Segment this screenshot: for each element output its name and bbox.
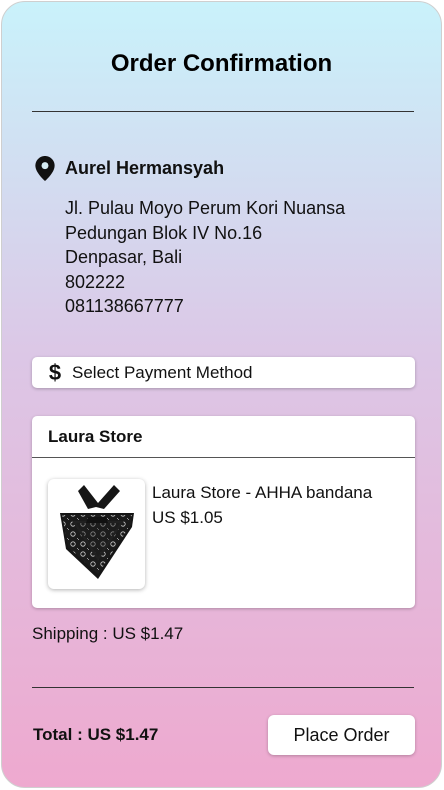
shipping-address: Jl. Pulau Moyo Perum Kori Nuansa Pedunga… [65, 196, 345, 319]
store-card: Laura Store Laura Store - AHHA bandana U… [32, 416, 415, 608]
address-line: Jl. Pulau Moyo Perum Kori Nuansa [65, 198, 346, 218]
recipient-name: Aurel Hermansyah [65, 158, 225, 178]
page-title: Order Confirmation [110, 50, 333, 77]
phone-number: 081138667777 [65, 296, 184, 316]
select-payment-method-button[interactable]: $ Select Payment Method [32, 357, 415, 388]
divider [32, 687, 414, 688]
postal-code: 802222 [65, 271, 126, 292]
bandana-image [60, 485, 134, 579]
location-pin-icon [35, 156, 55, 181]
divider [32, 111, 414, 112]
product-image[interactable] [48, 479, 145, 589]
product-price: US $1.05 [152, 508, 223, 527]
place-order-button[interactable]: Place Order [268, 715, 415, 755]
dollar-icon: $ [48, 359, 62, 385]
order-confirmation-screen: Order Confirmation Aurel Hermansyah Jl. … [1, 1, 442, 788]
address-line: Pedungan Blok IV No.16 [65, 222, 263, 243]
order-total: Total : US $1.47 [33, 725, 159, 744]
recipient-row: Aurel Hermansyah [35, 156, 224, 181]
store-name: Laura Store [32, 416, 415, 458]
product-name: Laura Store - AHHA bandana [152, 483, 373, 502]
shipping-cost: Shipping : US $1.47 [32, 624, 184, 643]
payment-method-label: Select Payment Method [72, 362, 253, 382]
address-line: Denpasar, Bali [65, 247, 183, 267]
